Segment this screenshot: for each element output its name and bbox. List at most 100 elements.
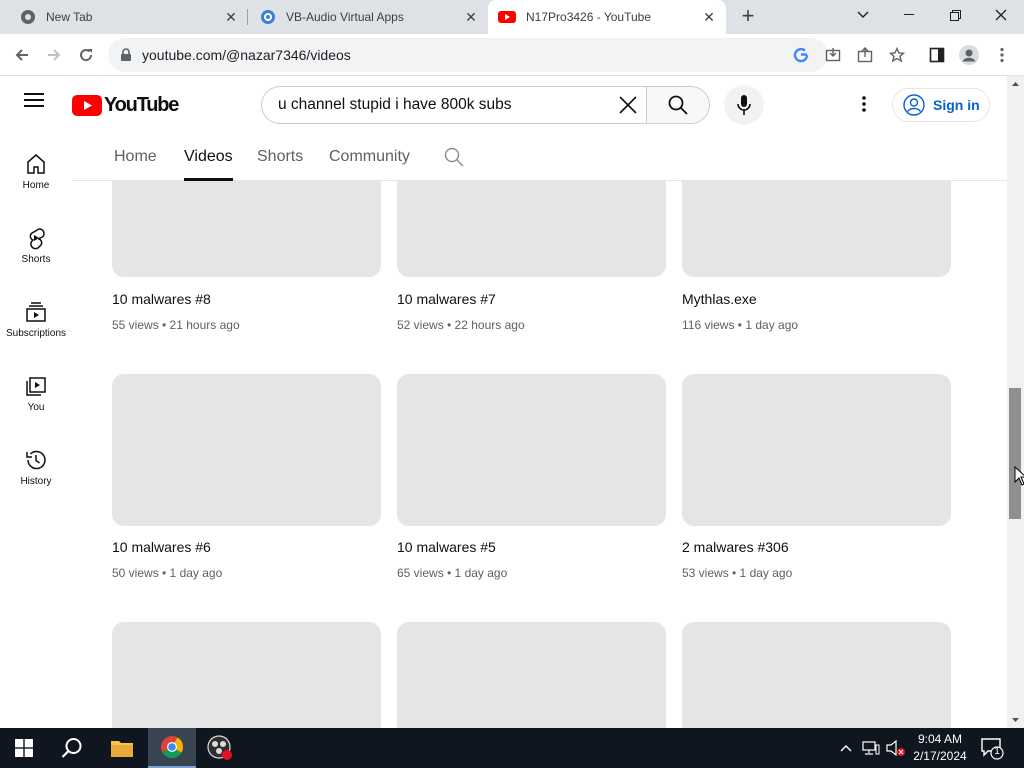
clear-search-button[interactable]: [615, 92, 641, 118]
video-card[interactable]: Mythlas.exe 116 views • 1 day ago: [682, 181, 951, 341]
chevron-up-icon[interactable]: [840, 744, 852, 752]
video-title[interactable]: 10 malwares #5: [397, 539, 496, 555]
video-title[interactable]: 10 malwares #8: [112, 291, 211, 307]
clock-date: 2/17/2024: [913, 749, 967, 763]
close-tab-icon[interactable]: ✕: [464, 10, 478, 24]
tab-community[interactable]: Community: [329, 148, 410, 166]
video-thumbnail[interactable]: [112, 622, 381, 728]
video-thumbnail[interactable]: [682, 622, 951, 728]
video-card[interactable]: 10 malwares #6 50 views • 1 day ago: [112, 374, 381, 584]
video-title[interactable]: 2 malwares #306: [682, 539, 789, 555]
close-tab-icon[interactable]: ✕: [702, 10, 716, 24]
search-input[interactable]: u channel stupid i have 800k subs: [261, 86, 647, 124]
video-thumbnail[interactable]: [112, 181, 381, 277]
video-title[interactable]: 10 malwares #6: [112, 539, 211, 555]
start-button[interactable]: [0, 728, 48, 768]
chrome-icon: [21, 10, 35, 24]
tab-new-tab[interactable]: New Tab ✕: [8, 0, 248, 34]
share-button[interactable]: [852, 42, 878, 68]
tab-search-button[interactable]: [840, 0, 886, 30]
guide-menu-button[interactable]: [24, 92, 48, 116]
taskbar-chrome[interactable]: [148, 728, 196, 768]
sidebar-item-subscriptions[interactable]: Subscriptions: [0, 280, 72, 354]
tab-vb-audio[interactable]: VB-Audio Virtual Apps ✕: [248, 0, 488, 34]
voice-search-button[interactable]: [724, 85, 764, 125]
video-thumbnail[interactable]: [682, 181, 951, 277]
back-arrow-icon: [15, 49, 28, 61]
you-icon: [26, 377, 46, 396]
minimize-button[interactable]: [886, 0, 932, 30]
video-title[interactable]: 10 malwares #7: [397, 291, 496, 307]
side-panel-button[interactable]: [924, 42, 950, 68]
mouse-cursor-icon: [1014, 466, 1024, 486]
tab-title: New Tab: [46, 10, 93, 24]
star-icon: [889, 47, 905, 63]
video-card[interactable]: 2 malwares #306 53 views • 1 day ago: [682, 374, 951, 584]
video-card[interactable]: 10 malwares #5 65 views • 1 day ago: [397, 374, 666, 584]
sidebar-item-you[interactable]: You: [0, 354, 72, 428]
tab-videos[interactable]: Videos: [184, 148, 233, 166]
youtube-favicon: [498, 11, 516, 23]
search-button[interactable]: [646, 86, 710, 124]
scroll-down-arrow-icon[interactable]: [1007, 714, 1024, 726]
sidebar-item-label: Shorts: [21, 254, 51, 265]
google-lens-button[interactable]: [788, 42, 814, 68]
video-card[interactable]: [112, 622, 381, 728]
history-icon: [26, 450, 46, 470]
tab-youtube[interactable]: N17Pro3426 - YouTube ✕: [488, 0, 726, 34]
account-circle-icon: [903, 94, 925, 116]
video-card[interactable]: [682, 622, 951, 728]
google-icon: [793, 47, 809, 63]
sign-in-button[interactable]: Sign in: [892, 88, 990, 122]
profile-button[interactable]: [956, 42, 982, 68]
youtube-logo[interactable]: YouTube: [72, 94, 179, 116]
page-scrollbar[interactable]: [1007, 76, 1024, 728]
sidebar-item-history[interactable]: History: [0, 428, 72, 502]
tab-home[interactable]: Home: [114, 148, 157, 166]
chrome-menu-button[interactable]: [989, 42, 1015, 68]
video-thumbnail[interactable]: [397, 181, 666, 277]
forward-arrow-icon: [48, 49, 61, 61]
settings-menu-button[interactable]: [852, 92, 876, 116]
video-card[interactable]: 10 malwares #8 55 views • 21 hours ago: [112, 181, 381, 341]
close-tab-icon[interactable]: ✕: [224, 10, 238, 24]
taskbar-obs[interactable]: [196, 728, 244, 768]
video-card[interactable]: [397, 622, 666, 728]
install-app-button[interactable]: [820, 42, 846, 68]
address-bar[interactable]: youtube.com/@nazar7346/videos: [108, 38, 828, 72]
windows-taskbar: 9:04 AM 2/17/2024 1: [0, 728, 1024, 768]
video-thumbnail[interactable]: [112, 374, 381, 526]
forward-button[interactable]: [41, 42, 67, 68]
video-meta: 65 views • 1 day ago: [397, 566, 508, 580]
reload-button[interactable]: [73, 42, 99, 68]
video-thumbnail[interactable]: [397, 374, 666, 526]
action-center-button[interactable]: 1: [980, 736, 1004, 760]
bookmark-button[interactable]: [884, 42, 910, 68]
reload-icon: [80, 49, 93, 62]
scroll-up-arrow-icon[interactable]: [1007, 78, 1024, 90]
restore-icon: [949, 9, 961, 21]
new-tab-button[interactable]: +: [736, 5, 760, 29]
volume-muted-icon[interactable]: [886, 740, 906, 756]
browser-toolbar: youtube.com/@nazar7346/videos: [0, 34, 1024, 76]
sidebar-item-home[interactable]: Home: [0, 132, 72, 206]
taskbar-file-explorer[interactable]: [98, 728, 146, 768]
network-icon[interactable]: [862, 741, 880, 755]
video-thumbnail[interactable]: [682, 374, 951, 526]
video-thumbnail[interactable]: [397, 622, 666, 728]
channel-search-button[interactable]: [444, 147, 464, 167]
search-query-text: u channel stupid i have 800k subs: [278, 96, 512, 113]
sidebar-item-shorts[interactable]: Shorts: [0, 206, 72, 280]
restore-button[interactable]: [932, 0, 978, 30]
scrollbar-thumb[interactable]: [1009, 388, 1021, 519]
video-meta: 52 views • 22 hours ago: [397, 318, 525, 332]
close-window-button[interactable]: [978, 0, 1024, 30]
tab-shorts[interactable]: Shorts: [257, 148, 303, 166]
video-card[interactable]: 10 malwares #7 52 views • 22 hours ago: [397, 181, 666, 341]
video-title[interactable]: Mythlas.exe: [682, 291, 757, 307]
back-button[interactable]: [9, 42, 35, 68]
taskbar-search-button[interactable]: [48, 728, 96, 768]
video-meta: 55 views • 21 hours ago: [112, 318, 240, 332]
taskbar-clock[interactable]: 9:04 AM 2/17/2024: [908, 731, 972, 765]
obs-icon: [207, 735, 232, 760]
